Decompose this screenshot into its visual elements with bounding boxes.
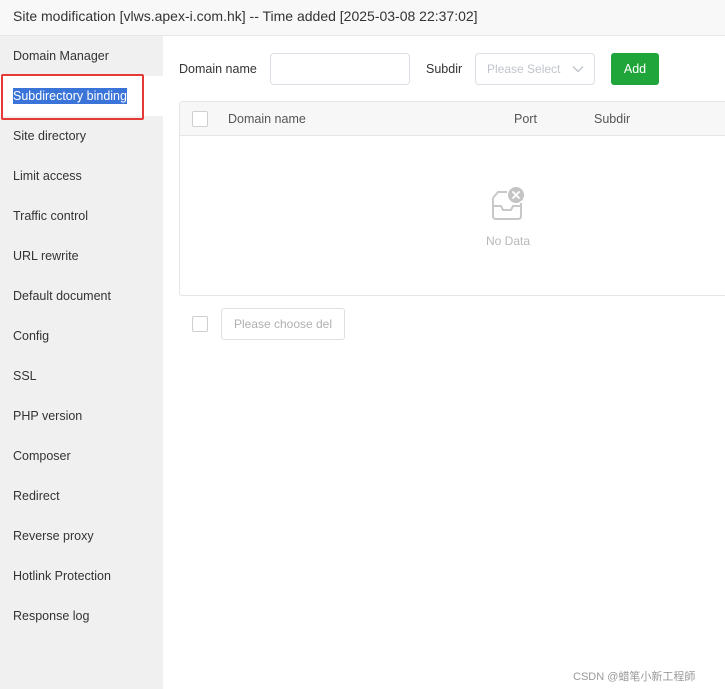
table-header: Domain name Port Subdir	[180, 102, 725, 136]
sidebar-item-composer[interactable]: Composer	[0, 436, 163, 476]
sidebar-item-label: Default document	[13, 289, 111, 303]
column-header-subdir: Subdir	[594, 112, 631, 126]
sidebar-item-hotlink-protection[interactable]: Hotlink Protection	[0, 556, 163, 596]
sidebar-item-label: Redirect	[13, 489, 60, 503]
subdir-select-placeholder: Please Select	[487, 62, 561, 76]
bulk-delete-button[interactable]: Please choose del	[221, 308, 345, 340]
sidebar-item-label: Response log	[13, 609, 90, 623]
select-all-checkbox[interactable]	[192, 111, 208, 127]
chevron-down-icon	[572, 66, 584, 73]
sidebar-item-subdirectory-binding[interactable]: Subdirectory binding	[0, 76, 163, 116]
sidebar: Domain Manager Subdirectory binding Site…	[0, 36, 163, 689]
sidebar-item-label: URL rewrite	[13, 249, 79, 263]
empty-box-icon	[492, 187, 524, 220]
bulk-select-checkbox[interactable]	[192, 316, 208, 332]
sidebar-item-label: Composer	[13, 449, 71, 463]
sidebar-item-config[interactable]: Config	[0, 316, 163, 356]
subdir-label: Subdir	[426, 62, 463, 76]
subdir-select[interactable]: Please Select	[475, 53, 595, 85]
main-panel: Domain name Subdir Please Select Add Dom…	[163, 36, 725, 689]
sidebar-item-reverse-proxy[interactable]: Reverse proxy	[0, 516, 163, 556]
sidebar-item-label: Traffic control	[13, 209, 89, 223]
sidebar-item-limit-access[interactable]: Limit access	[0, 156, 163, 196]
sidebar-item-php-version[interactable]: PHP version	[0, 396, 163, 436]
sidebar-item-label: Site directory	[13, 129, 86, 143]
sidebar-item-traffic-control[interactable]: Traffic control	[0, 196, 163, 236]
watermark-text: CSDN @蜡笔小新工程師	[573, 671, 696, 683]
subdirectory-table: Domain name Port Subdir No Data	[179, 101, 725, 296]
sidebar-item-response-log[interactable]: Response log	[0, 596, 163, 636]
window-title: Site modification [vlws.apex-i.com.hk] -…	[0, 0, 725, 36]
sidebar-item-ssl[interactable]: SSL	[0, 356, 163, 396]
sidebar-item-label: Config	[13, 329, 50, 343]
column-header-port: Port	[514, 112, 537, 126]
sidebar-item-label: SSL	[13, 369, 37, 383]
column-header-domain-name: Domain name	[228, 112, 306, 126]
sidebar-item-redirect[interactable]: Redirect	[0, 476, 163, 516]
domain-name-label: Domain name	[179, 62, 257, 76]
sidebar-item-default-document[interactable]: Default document	[0, 276, 163, 316]
sidebar-item-label: Domain Manager	[13, 49, 109, 63]
sidebar-item-label: Limit access	[13, 169, 82, 183]
domain-name-input[interactable]	[270, 53, 410, 85]
sidebar-item-label: PHP version	[13, 409, 83, 423]
add-button[interactable]: Add	[611, 53, 659, 85]
empty-state-text: No Data	[485, 234, 531, 248]
sidebar-item-label: Hotlink Protection	[13, 569, 111, 583]
sidebar-item-domain-manager[interactable]: Domain Manager	[0, 36, 163, 76]
sidebar-item-label: Reverse proxy	[13, 529, 94, 543]
sidebar-item-url-rewrite[interactable]: URL rewrite	[0, 236, 163, 276]
sidebar-item-site-directory[interactable]: Site directory	[0, 116, 163, 156]
sidebar-item-label: Subdirectory binding	[13, 88, 127, 104]
